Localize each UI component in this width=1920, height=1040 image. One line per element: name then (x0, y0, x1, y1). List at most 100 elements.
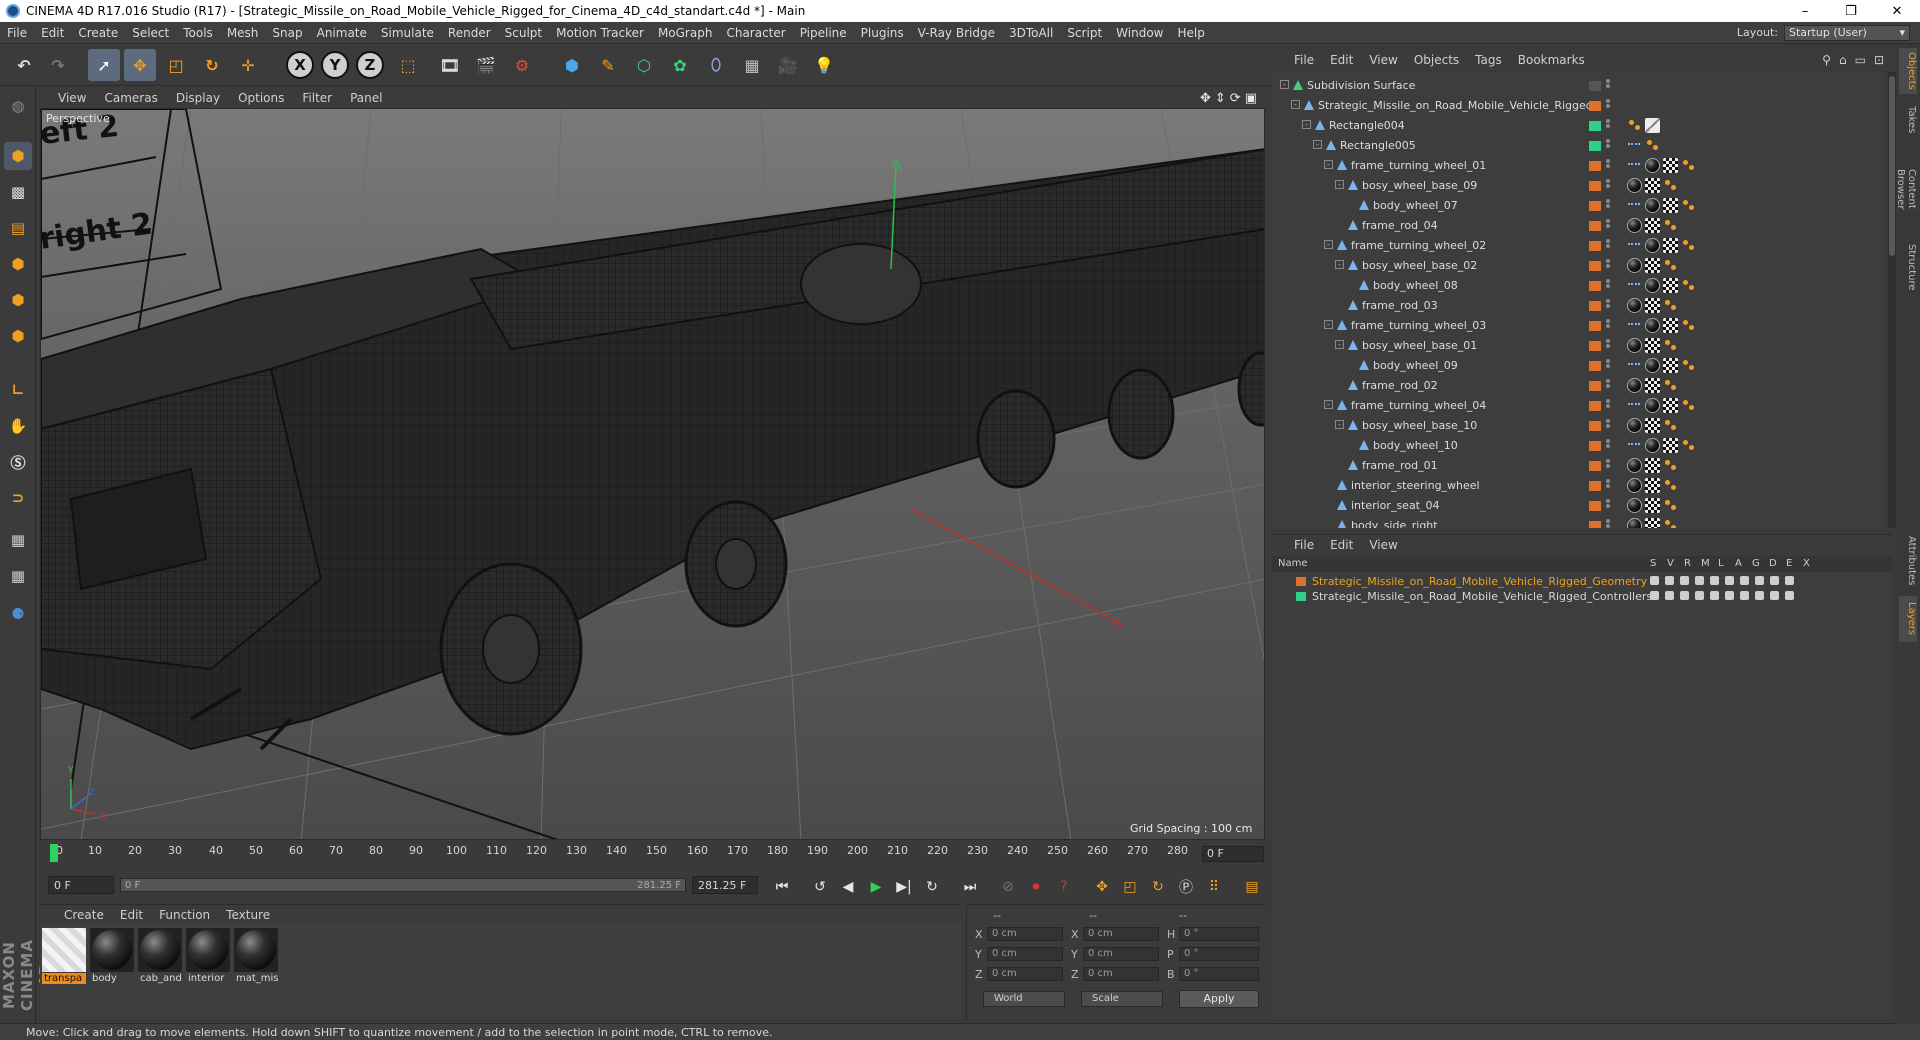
material-menu-edit[interactable]: Edit (112, 908, 151, 922)
next-frame-icon[interactable]: ▶| (892, 875, 916, 899)
layer-name[interactable]: Strategic_Missile_on_Road_Mobile_Vehicle… (1312, 575, 1647, 588)
workplane-mode-icon[interactable]: ▤ (4, 214, 32, 242)
layer-toggle-icon[interactable] (1740, 576, 1749, 585)
redo-icon[interactable]: ↷ (42, 49, 74, 81)
search-icon[interactable]: ⚲ (1822, 53, 1831, 67)
layer-row[interactable]: Strategic_Missile_on_Road_Mobile_Vehicle… (1272, 589, 1892, 604)
undo-icon[interactable]: ↶ (8, 49, 40, 81)
check-tag-icon[interactable] (1663, 278, 1678, 293)
coordinate-space-select[interactable]: World (983, 991, 1065, 1007)
transform-tool-icon[interactable]: ✛ (232, 49, 264, 81)
visibility-dots-icon[interactable] (1605, 238, 1611, 252)
check-tag-icon[interactable] (1663, 198, 1678, 213)
position-y-field[interactable]: 0 cm (987, 947, 1063, 961)
object-row[interactable]: interior_seat_04 (1272, 496, 1884, 516)
object-row[interactable]: frame_rod_04 (1272, 216, 1884, 236)
object-row[interactable]: - bosy_wheel_base_09 (1272, 176, 1884, 196)
object-name[interactable]: body_wheel_08 (1373, 279, 1458, 292)
layer-toggle-icon[interactable] (1755, 576, 1764, 585)
record-parameter-icon[interactable]: Ⓟ (1174, 875, 1198, 899)
visibility-dots-icon[interactable] (1605, 138, 1611, 152)
orange-tag-icon[interactable] (1663, 378, 1678, 393)
object-name[interactable]: Strategic_Missile_on_Road_Mobile_Vehicle… (1318, 99, 1593, 112)
orange-tag-icon[interactable] (1681, 278, 1696, 293)
object-row[interactable]: frame_rod_01 (1272, 456, 1884, 476)
object-name[interactable]: frame_turning_wheel_04 (1351, 399, 1486, 412)
orange-tag-icon[interactable] (1681, 318, 1696, 333)
maximize-button[interactable]: ❐ (1828, 4, 1874, 19)
object-name[interactable]: bosy_wheel_base_01 (1362, 339, 1477, 352)
layer-col-s[interactable]: S (1650, 558, 1656, 569)
visibility-dots-icon[interactable] (1605, 418, 1611, 432)
layer-color-swatch[interactable] (1589, 181, 1601, 191)
layer-color-swatch[interactable] (1589, 421, 1601, 431)
visibility-dots-icon[interactable] (1605, 218, 1611, 232)
object-row[interactable]: frame_rod_03 (1272, 296, 1884, 316)
zoom-view-icon[interactable]: ⇕ (1215, 91, 1226, 106)
layer-color-swatch[interactable] (1589, 301, 1601, 311)
object-row[interactable]: body_wheel_09 (1272, 356, 1884, 376)
orange-tag-icon[interactable] (1663, 418, 1678, 433)
orange-tag-icon[interactable] (1681, 198, 1696, 213)
toggle-view-icon[interactable]: ▣ (1245, 91, 1257, 106)
cloner-icon[interactable]: ✿ (664, 49, 696, 81)
object-row[interactable]: - Rectangle004 (1272, 116, 1884, 136)
layer-color-swatch[interactable] (1589, 321, 1601, 331)
layer-color-swatch[interactable] (1589, 281, 1601, 291)
layer-col-v[interactable]: V (1667, 558, 1674, 569)
start-frame-field[interactable]: 0 F (48, 876, 114, 894)
object-name[interactable]: Subdivision Surface (1307, 79, 1415, 92)
check-tag-icon[interactable] (1645, 378, 1660, 393)
menu-3dtoall[interactable]: 3DToAll (1002, 26, 1060, 40)
visibility-dots-icon[interactable] (1605, 498, 1611, 512)
tab-layers[interactable]: Layers (1899, 596, 1917, 642)
object-name[interactable]: Rectangle004 (1329, 119, 1405, 132)
menu-vray-bridge[interactable]: V-Ray Bridge (911, 26, 1002, 40)
position-z-field[interactable]: 0 cm (987, 967, 1063, 981)
orange-tag-icon[interactable] (1681, 438, 1696, 453)
visibility-dots-icon[interactable] (1605, 198, 1611, 212)
check-tag-icon[interactable] (1663, 438, 1678, 453)
menu-help[interactable]: Help (1170, 26, 1211, 40)
layer-toggle-icon[interactable] (1740, 591, 1749, 600)
axis-mode-icon[interactable]: ∟ (4, 376, 32, 404)
layer-toggle-icon[interactable] (1785, 591, 1794, 600)
menu-create[interactable]: Create (71, 26, 125, 40)
object-row[interactable]: - bosy_wheel_base_01 (1272, 336, 1884, 356)
previous-frame-icon[interactable]: ◀ (836, 875, 860, 899)
rotation-b-field[interactable]: 0 ° (1179, 967, 1259, 981)
layer-color-swatch[interactable] (1589, 101, 1601, 111)
menu-pipeline[interactable]: Pipeline (793, 26, 854, 40)
om-menu-view[interactable]: View (1361, 53, 1405, 67)
visibility-dots-icon[interactable] (1605, 478, 1611, 492)
black-tag-icon[interactable] (1627, 338, 1642, 353)
tree-collapse-icon[interactable]: - (1280, 80, 1289, 89)
visibility-dots-icon[interactable] (1605, 378, 1611, 392)
planar-workplane-icon[interactable]: ▦ (4, 562, 32, 590)
layer-col-g[interactable]: G (1752, 558, 1760, 569)
check-tag-icon[interactable] (1663, 398, 1678, 413)
next-keyframe-icon[interactable]: ↻ (920, 875, 944, 899)
black-tag-icon[interactable] (1645, 158, 1660, 173)
scale-tool-icon[interactable]: ◰ (160, 49, 192, 81)
previous-keyframe-icon[interactable]: ↺ (808, 875, 832, 899)
layer-color-swatch[interactable] (1589, 81, 1601, 91)
lm-menu-edit[interactable]: Edit (1322, 538, 1361, 552)
black-tag-icon[interactable] (1627, 178, 1642, 193)
black-tag-icon[interactable] (1627, 258, 1642, 273)
tree-collapse-icon[interactable]: - (1335, 260, 1344, 269)
blue-tag-icon[interactable] (1627, 438, 1642, 453)
check-tag-icon[interactable] (1645, 338, 1660, 353)
spline-pen-icon[interactable]: ✎ (592, 49, 624, 81)
orange-tag-icon[interactable] (1681, 358, 1696, 373)
blue-tag-icon[interactable] (1627, 278, 1642, 293)
layer-color-swatch[interactable] (1589, 461, 1601, 471)
layer-color-swatch[interactable] (1589, 241, 1601, 251)
tab-structure[interactable]: Structure (1899, 238, 1917, 296)
layer-color-swatch[interactable] (1589, 521, 1601, 528)
layer-color-swatch[interactable] (1589, 441, 1601, 451)
layer-color-swatch[interactable] (1296, 592, 1306, 601)
light-icon[interactable]: 💡 (808, 49, 840, 81)
material-swatch[interactable]: transpa (42, 928, 86, 986)
blue-tag-icon[interactable] (1627, 318, 1642, 333)
